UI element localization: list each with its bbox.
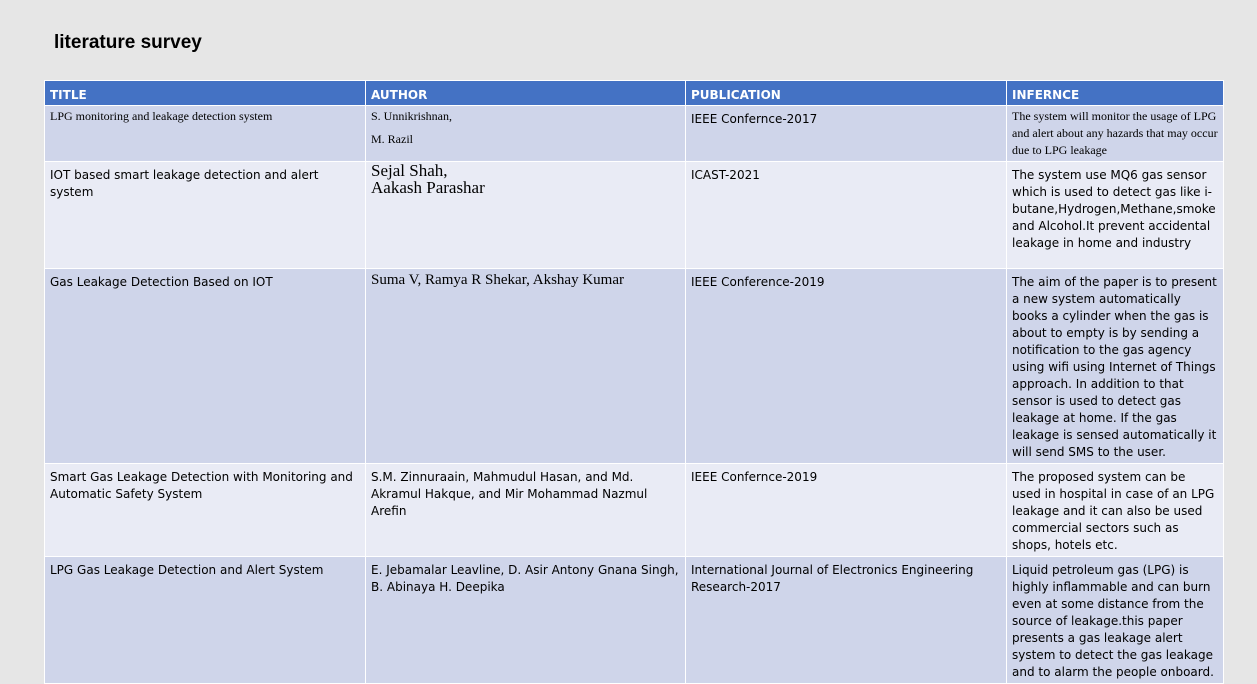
author-name: S. Unnikrishnan, [371, 109, 452, 123]
author-name: Aakash Parashar [371, 178, 485, 197]
author-name: Sejal Shah, [371, 161, 448, 180]
cell-author: Suma V, Ramya R Shekar, Akshay Kumar [365, 268, 686, 464]
cell-title: Smart Gas Leakage Detection with Monitor… [44, 463, 366, 557]
table-row: LPG monitoring and leakage detection sys… [44, 105, 1224, 162]
column-header-inference: INFERNCE [1006, 80, 1224, 106]
author-name: Suma V, Ramya R Shekar, Akshay Kumar [371, 272, 624, 288]
cell-author: Sejal Shah, Aakash Parashar [365, 161, 686, 269]
cell-inference: Liquid petroleum gas (LPG) is highly inf… [1006, 556, 1224, 684]
cell-inference: The proposed system can be used in hospi… [1006, 463, 1224, 557]
cell-publication: IEEE Confernce-2017 [685, 105, 1007, 162]
table-row: Smart Gas Leakage Detection with Monitor… [44, 463, 1224, 557]
table-row: LPG Gas Leakage Detection and Alert Syst… [44, 556, 1224, 684]
table-header-row: TITLE AUTHOR PUBLICATION INFERNCE [44, 80, 1224, 106]
column-header-title: TITLE [44, 80, 366, 106]
cell-inference: The aim of the paper is to present a new… [1006, 268, 1224, 464]
table-row: IOT based smart leakage detection and al… [44, 161, 1224, 269]
cell-author: S. Unnikrishnan, M. Razil [365, 105, 686, 162]
author-name: M. Razil [371, 132, 413, 146]
page-title: literature survey [54, 32, 202, 53]
author-name: S.M. Zinnuraain, Mahmudul Hasan, and Md.… [371, 470, 648, 518]
cell-publication: IEEE Confernce-2019 [685, 463, 1007, 557]
cell-publication: ICAST-2021 [685, 161, 1007, 269]
cell-publication: IEEE Conference-2019 [685, 268, 1007, 464]
cell-author: E. Jebamalar Leavline, D. Asir Antony Gn… [365, 556, 686, 684]
cell-title: IOT based smart leakage detection and al… [44, 161, 366, 269]
table-row: Gas Leakage Detection Based on IOT Suma … [44, 268, 1224, 464]
column-header-publication: PUBLICATION [685, 80, 1007, 106]
cell-title: Gas Leakage Detection Based on IOT [44, 268, 366, 464]
cell-inference: The system use MQ6 gas sensor which is u… [1006, 161, 1224, 269]
cell-author: S.M. Zinnuraain, Mahmudul Hasan, and Md.… [365, 463, 686, 557]
cell-title: LPG monitoring and leakage detection sys… [44, 105, 366, 162]
literature-survey-table: TITLE AUTHOR PUBLICATION INFERNCE LPG mo… [44, 80, 1224, 684]
cell-inference: The system will monitor the usage of LPG… [1006, 105, 1224, 162]
author-name: E. Jebamalar Leavline, D. Asir Antony Gn… [371, 563, 679, 594]
column-header-author: AUTHOR [365, 80, 686, 106]
cell-title: LPG Gas Leakage Detection and Alert Syst… [44, 556, 366, 684]
cell-publication: International Journal of Electronics Eng… [685, 556, 1007, 684]
